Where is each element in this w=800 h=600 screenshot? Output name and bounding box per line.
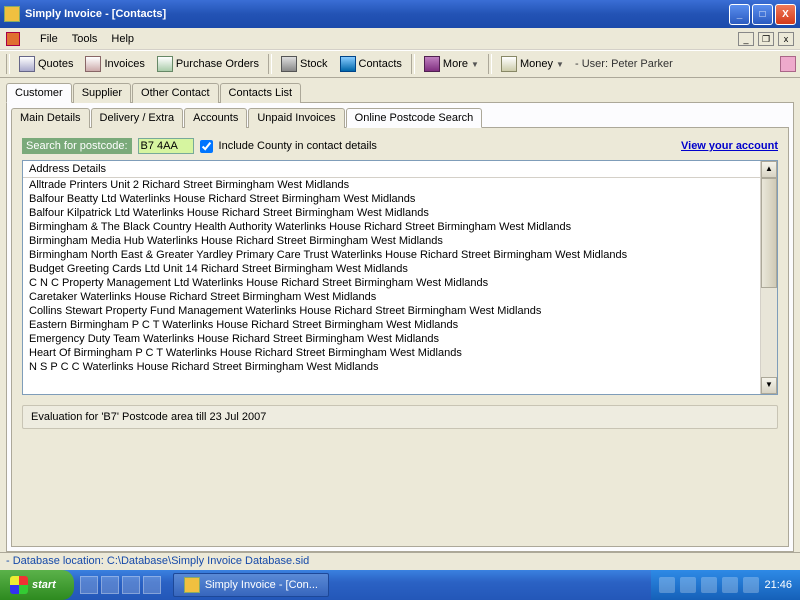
tray-icon[interactable] [701,577,717,593]
menu-help[interactable]: Help [111,33,134,45]
toolbar-money-label: Money [520,58,553,70]
toolbar-contacts-label: Contacts [359,58,402,70]
scroll-thumb[interactable] [761,178,777,288]
tab-main-details[interactable]: Main Details [11,108,90,128]
menu-bar: File Tools Help _ ❐ x [0,28,800,50]
menu-tools[interactable]: Tools [72,33,98,45]
toolbar-more[interactable]: More▼ [419,54,484,74]
quotes-icon [19,56,35,72]
more-icon [424,56,440,72]
windows-logo-icon [10,576,28,594]
address-result-row[interactable]: Eastern Birmingham P C T Waterlinks Hous… [29,318,754,332]
mdi-child-icon [6,32,20,46]
toolbar-quotes[interactable]: Quotes [14,54,78,74]
toolbar-overflow-icon[interactable] [780,56,796,72]
chevron-down-icon: ▼ [471,60,479,69]
taskbar-app-label: Simply Invoice - [Con... [205,579,318,591]
toolbar-money[interactable]: Money▼ [496,54,569,74]
window-title: Simply Invoice - [Contacts] [25,8,729,20]
app-icon [4,6,20,22]
scroll-down-button[interactable]: ▼ [761,377,777,394]
include-county-label: Include County in contact details [219,140,377,152]
toolbar-stock-label: Stock [300,58,328,70]
address-result-row[interactable]: Alltrade Printers Unit 2 Richard Street … [29,178,754,192]
taskbar-app-button[interactable]: Simply Invoice - [Con... [173,573,329,597]
tab-delivery-extra[interactable]: Delivery / Extra [91,108,184,128]
address-results-list: Address Details Alltrade Printers Unit 2… [22,160,778,395]
search-postcode-label: Search for postcode: [22,138,132,154]
status-bar: - Database location: C:\Database\Simply … [0,552,800,570]
tab-customer[interactable]: Customer [6,83,72,103]
tray-icon[interactable] [722,577,738,593]
evaluation-notice: Evaluation for 'B7' Postcode area till 2… [22,405,778,429]
tab-unpaid-invoices[interactable]: Unpaid Invoices [248,108,344,128]
menu-file[interactable]: File [40,33,58,45]
mdi-minimize-button[interactable]: _ [738,32,754,46]
toolbar-po-label: Purchase Orders [176,58,259,70]
toolbar-invoices-label: Invoices [104,58,144,70]
quick-launch [74,576,167,594]
quick-launch-icon[interactable] [143,576,161,594]
address-result-row[interactable]: Emergency Duty Team Waterlinks House Ric… [29,332,754,346]
contacts-icon [340,56,356,72]
mdi-close-button[interactable]: x [778,32,794,46]
start-button[interactable]: start [0,570,74,600]
tray-icon[interactable] [680,577,696,593]
contact-type-tabs: Customer Supplier Other Contact Contacts… [6,82,794,102]
toolbar-stock[interactable]: Stock [276,54,333,74]
toolbar-purchase-orders[interactable]: Purchase Orders [152,54,264,74]
address-result-row[interactable]: Birmingham & The Black Country Health Au… [29,220,754,234]
address-result-row[interactable]: Birmingham Media Hub Waterlinks House Ri… [29,234,754,248]
tray-icon[interactable] [743,577,759,593]
postcode-input[interactable] [138,138,194,154]
scroll-up-button[interactable]: ▲ [761,161,777,178]
system-tray: 21:46 [651,570,800,600]
customer-detail-tabs: Main Details Delivery / Extra Accounts U… [11,107,789,127]
address-result-row[interactable]: C N C Property Management Ltd Waterlinks… [29,276,754,290]
taskbar-app-icon [184,577,200,593]
toolbar-contacts[interactable]: Contacts [335,54,407,74]
view-your-account-link[interactable]: View your account [681,140,778,152]
window-maximize-button[interactable]: □ [752,4,773,25]
window-close-button[interactable]: X [775,4,796,25]
start-label: start [32,579,56,591]
quick-launch-icon[interactable] [80,576,98,594]
window-minimize-button[interactable]: _ [729,4,750,25]
tab-contacts-list[interactable]: Contacts List [220,83,302,103]
mdi-restore-button[interactable]: ❐ [758,32,774,46]
tray-icon[interactable] [659,577,675,593]
address-result-row[interactable]: Collins Stewart Property Fund Management… [29,304,754,318]
tab-supplier[interactable]: Supplier [73,83,131,103]
window-titlebar: Simply Invoice - [Contacts] _ □ X [0,0,800,28]
toolbar-quotes-label: Quotes [38,58,73,70]
windows-taskbar: start Simply Invoice - [Con... 21:46 [0,570,800,600]
address-result-row[interactable]: Caretaker Waterlinks House Richard Stree… [29,290,754,304]
chevron-down-icon: ▼ [556,60,564,69]
toolbar-more-label: More [443,58,468,70]
quick-launch-icon[interactable] [122,576,140,594]
tab-other-contact[interactable]: Other Contact [132,83,218,103]
quick-launch-icon[interactable] [101,576,119,594]
address-list-header: Address Details [23,161,760,178]
include-county-checkbox[interactable] [200,140,213,153]
stock-icon [281,56,297,72]
address-result-row[interactable]: Balfour Beatty Ltd Waterlinks House Rich… [29,192,754,206]
money-icon [501,56,517,72]
address-result-row[interactable]: Balfour Kilpatrick Ltd Waterlinks House … [29,206,754,220]
purchase-orders-icon [157,56,173,72]
toolbar: Quotes Invoices Purchase Orders Stock Co… [0,50,800,78]
tab-online-postcode-search[interactable]: Online Postcode Search [346,108,483,128]
address-result-row[interactable]: N S P C C Waterlinks House Richard Stree… [29,360,754,374]
address-result-row[interactable]: Birmingham North East & Greater Yardley … [29,248,754,262]
address-result-row[interactable]: Budget Greeting Cards Ltd Unit 14 Richar… [29,262,754,276]
user-label: - User: Peter Parker [575,58,673,70]
address-result-row[interactable]: Heart Of Birmingham P C T Waterlinks Hou… [29,346,754,360]
toolbar-invoices[interactable]: Invoices [80,54,149,74]
clock: 21:46 [764,579,792,591]
address-list-scrollbar[interactable]: ▲ ▼ [760,161,777,394]
invoices-icon [85,56,101,72]
tab-accounts[interactable]: Accounts [184,108,247,128]
